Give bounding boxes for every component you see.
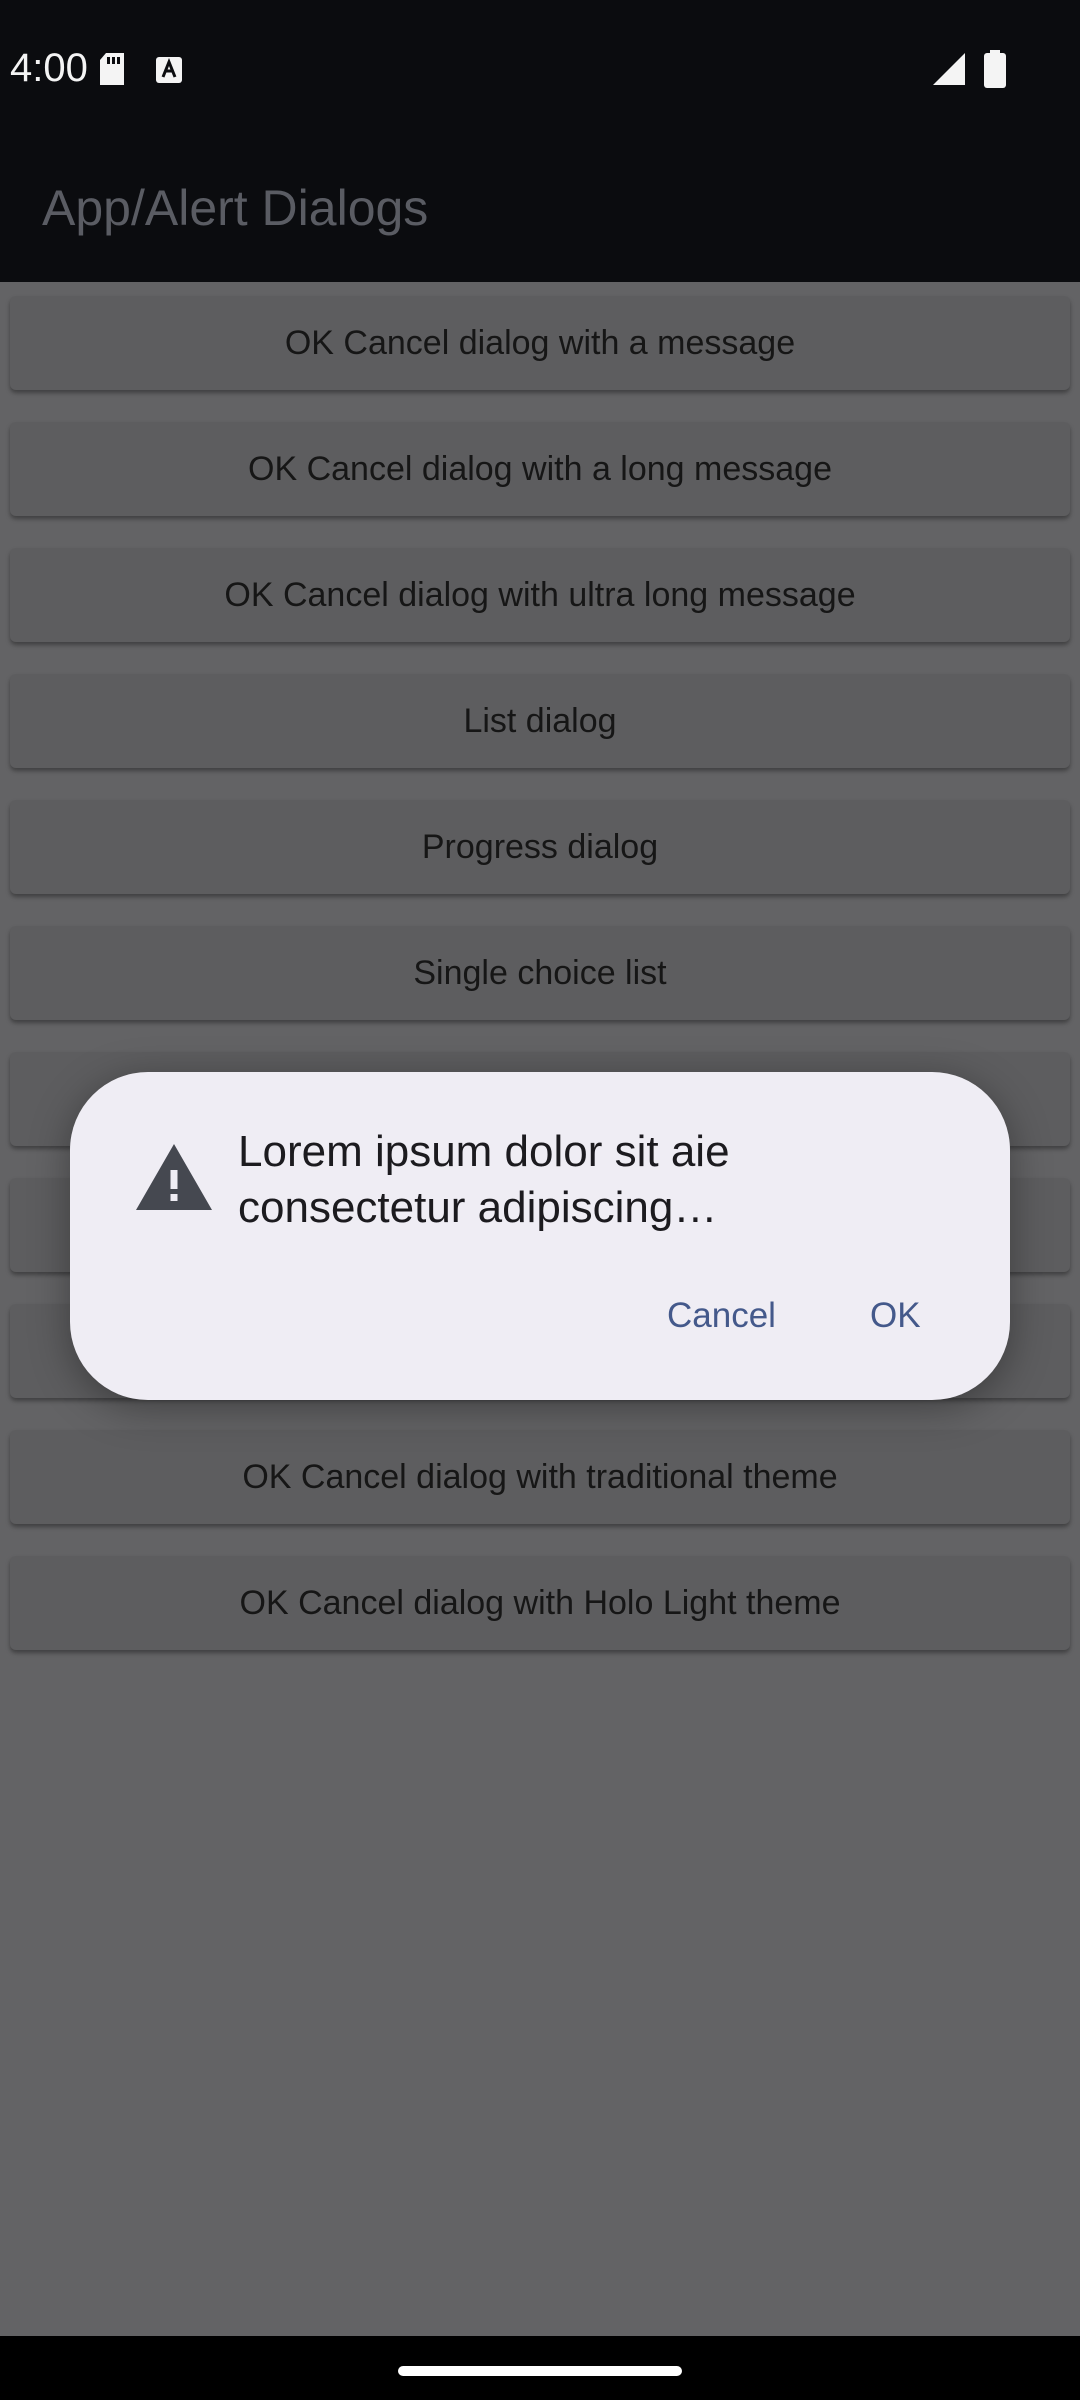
sd-card-icon xyxy=(100,53,124,85)
a-keyboard-icon xyxy=(156,57,182,83)
ok-cancel-holo-light-theme-button[interactable]: OK Cancel dialog with Holo Light theme xyxy=(10,1556,1070,1650)
ok-cancel-long-message-button[interactable]: OK Cancel dialog with a long message xyxy=(10,422,1070,516)
single-choice-list-button[interactable]: Single choice list xyxy=(10,926,1070,1020)
cancel-button[interactable]: Cancel xyxy=(667,1286,776,1346)
battery-icon xyxy=(984,50,1006,88)
dialog-message: Lorem ipsum dolor sit aie consectetur ad… xyxy=(238,1127,730,1232)
list-dialog-button[interactable]: List dialog xyxy=(10,674,1070,768)
ok-cancel-traditional-theme-button[interactable]: OK Cancel dialog with traditional theme xyxy=(10,1430,1070,1524)
signal-icon xyxy=(933,53,965,85)
home-gesture-handle[interactable] xyxy=(398,2366,682,2376)
ok-button[interactable]: OK xyxy=(870,1286,921,1346)
progress-dialog-button[interactable]: Progress dialog xyxy=(10,800,1070,894)
alert-dialog: Lorem ipsum dolor sit aie consectetur ad… xyxy=(70,1072,1010,1400)
page-title: App/Alert Dialogs xyxy=(42,180,429,236)
status-bar: 4:00 xyxy=(0,0,1080,132)
warning-icon xyxy=(136,1144,212,1210)
status-time: 4:00 xyxy=(10,46,88,90)
ok-cancel-ultra-long-message-button[interactable]: OK Cancel dialog with ultra long message xyxy=(10,548,1070,642)
ok-cancel-message-button[interactable]: OK Cancel dialog with a message xyxy=(10,296,1070,390)
